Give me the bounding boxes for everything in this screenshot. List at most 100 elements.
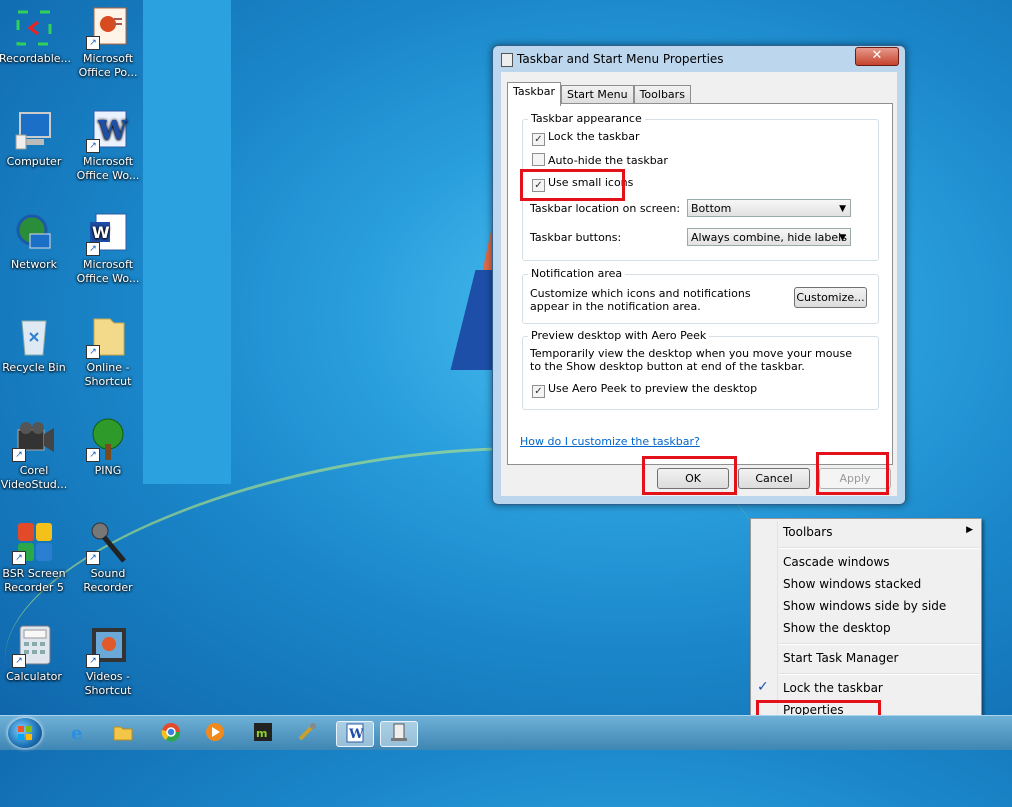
checkbox-label: Lock the taskbar: [548, 130, 640, 143]
svg-text:m: m: [256, 727, 267, 740]
desktop-icon-label: Sound Recorder: [83, 567, 133, 594]
desktop-icon-label: Corel VideoStud...: [0, 464, 68, 491]
um-app-icon[interactable]: m: [250, 721, 276, 745]
checkbox-empty-icon: [532, 153, 545, 166]
customize-button[interactable]: Customize...: [794, 287, 867, 308]
chrome-icon[interactable]: [158, 721, 184, 745]
checkbox-label: Use Aero Peek to preview the desktop: [548, 382, 758, 395]
shortcut-arrow-icon: ↗: [86, 139, 100, 153]
desktop-icon-sound-recorder[interactable]: ↗ Sound Recorder: [73, 521, 143, 595]
tool-app-icon[interactable]: [294, 721, 320, 745]
menu-separator: [779, 643, 979, 645]
desktop-icon-corel[interactable]: ↗ Corel VideoStud...: [0, 418, 69, 492]
menu-item-lock-taskbar[interactable]: Lock the taskbar: [783, 681, 883, 695]
media-player-icon[interactable]: [202, 721, 228, 745]
svg-text:W: W: [348, 727, 364, 742]
desktop-wallpaper-column: [143, 0, 231, 484]
desktop-icon-computer[interactable]: Computer: [0, 109, 69, 169]
desktop-icon-calculator[interactable]: ↗ Calculator: [0, 624, 69, 684]
dialog-client: Taskbar Start Menu Toolbars Taskbar appe…: [501, 72, 897, 496]
taskbar-properties-dialog: Taskbar and Start Menu Properties ✕ Task…: [492, 45, 906, 505]
shortcut-arrow-icon: ↗: [86, 36, 100, 50]
bsr-recorder-icon: ↗: [12, 521, 56, 565]
group-legend: Preview desktop with Aero Peek: [528, 329, 710, 342]
menu-item-show-desktop[interactable]: Show the desktop: [783, 621, 891, 635]
taskbar-properties-taskbar-icon[interactable]: [380, 721, 418, 747]
recordable-icon: [12, 6, 56, 50]
tab-taskbar[interactable]: Taskbar: [507, 82, 561, 106]
taskbar: e m W: [0, 715, 1012, 750]
menu-item-toolbars[interactable]: Toolbars: [783, 525, 832, 539]
taskbar-properties-icon: [501, 53, 513, 67]
menu-item-side-by-side[interactable]: Show windows side by side: [783, 599, 946, 613]
svg-text:e: e: [71, 723, 82, 743]
word-taskbar-icon[interactable]: W: [336, 721, 374, 747]
desktop-icon-recordable[interactable]: Recordable...: [0, 6, 72, 66]
desktop-icon-label: PING: [94, 464, 122, 477]
computer-icon: [12, 109, 56, 153]
tab-start-menu[interactable]: Start Menu: [561, 85, 634, 105]
desktop-icon-label: Network: [11, 258, 57, 271]
calculator-icon: ↗: [12, 624, 56, 668]
desktop-icon-label: Microsoft Office Po...: [78, 52, 138, 79]
buttons-value: Always combine, hide labels: [691, 231, 847, 244]
desktop-icon-label: Microsoft Office Wo...: [76, 258, 140, 285]
desktop-icon-videos-shortcut[interactable]: ↗ Videos - Shortcut: [73, 624, 143, 698]
checkbox-check-icon: ✓: [532, 133, 545, 146]
dialog-titlebar[interactable]: Taskbar and Start Menu Properties ✕: [493, 46, 905, 72]
check-icon: ✓: [757, 679, 769, 695]
desktop-icon-word-2[interactable]: W ↗ Microsoft Office Wo...: [73, 212, 143, 286]
file-explorer-icon[interactable]: [110, 721, 136, 745]
desktop-icon-network[interactable]: Network: [0, 212, 69, 272]
desktop-icon-online-shortcut[interactable]: ↗ Online - Shortcut: [73, 315, 143, 389]
desktop-icon-label: Calculator: [6, 670, 62, 683]
location-select[interactable]: Bottom ▼: [687, 199, 851, 217]
shortcut-arrow-icon: ↗: [12, 551, 26, 565]
submenu-arrow-icon: ▶: [966, 525, 973, 535]
location-label: Taskbar location on screen:: [530, 202, 681, 215]
cancel-button[interactable]: Cancel: [738, 468, 810, 489]
buttons-label: Taskbar buttons:: [530, 231, 622, 244]
network-icon: [12, 212, 56, 256]
internet-explorer-icon[interactable]: e: [66, 721, 92, 745]
folder-icon: ↗: [86, 315, 130, 359]
menu-item-task-manager[interactable]: Start Task Manager: [783, 651, 898, 665]
close-button[interactable]: ✕: [855, 47, 899, 66]
menu-item-stacked[interactable]: Show windows stacked: [783, 577, 921, 591]
help-link[interactable]: How do I customize the taskbar?: [520, 435, 700, 448]
word-icon: W ↗: [86, 109, 130, 153]
buttons-select[interactable]: Always combine, hide labels ▼: [687, 228, 851, 246]
shortcut-arrow-icon: ↗: [86, 448, 100, 462]
tab-toolbars[interactable]: Toolbars: [633, 85, 691, 105]
shortcut-arrow-icon: ↗: [86, 242, 100, 256]
desktop-icon-bsr[interactable]: ↗ BSR Screen Recorder 5: [0, 521, 69, 595]
highlight-ok-button: [642, 456, 737, 495]
menu-item-cascade[interactable]: Cascade windows: [783, 555, 890, 569]
aero-peek-checkbox[interactable]: ✓ Use Aero Peek to preview the desktop: [532, 382, 757, 398]
microphone-icon: ↗: [86, 521, 130, 565]
recycle-bin-icon: [12, 315, 56, 359]
videos-folder-icon: ↗: [86, 624, 130, 668]
start-button[interactable]: [8, 718, 42, 748]
tree-icon: ↗: [86, 418, 130, 462]
autohide-taskbar-checkbox[interactable]: Auto-hide the taskbar: [532, 153, 668, 167]
highlight-apply-button: [816, 452, 889, 495]
word-icon: W ↗: [86, 212, 130, 256]
dropdown-arrow-icon: ▼: [839, 204, 846, 214]
desktop-icon-ping[interactable]: ↗ PING: [73, 418, 143, 478]
desktop-icon-label: Videos - Shortcut: [84, 670, 132, 697]
desktop-icon-label: Computer: [6, 155, 62, 168]
lock-taskbar-checkbox[interactable]: ✓ Lock the taskbar: [532, 130, 640, 146]
svg-text:W: W: [97, 116, 128, 146]
powerpoint-icon: ↗: [86, 6, 130, 50]
desktop-icon-label: BSR Screen Recorder 5: [2, 567, 66, 594]
desktop-icon-label: Recordable...: [0, 52, 72, 65]
desktop-icon-powerpoint[interactable]: ↗ Microsoft Office Po...: [73, 6, 143, 80]
highlight-small-icons: [520, 169, 625, 201]
desktop-icon-word-1[interactable]: W ↗ Microsoft Office Wo...: [73, 109, 143, 183]
shortcut-arrow-icon: ↗: [12, 654, 26, 668]
aero-peek-description: Temporarily view the desktop when you mo…: [530, 347, 852, 373]
tab-panel-taskbar: Taskbar appearance ✓ Lock the taskbar Aut…: [507, 103, 893, 465]
desktop-icon-recycle-bin[interactable]: Recycle Bin: [0, 315, 69, 375]
desktop-icon-label: Recycle Bin: [2, 361, 66, 374]
